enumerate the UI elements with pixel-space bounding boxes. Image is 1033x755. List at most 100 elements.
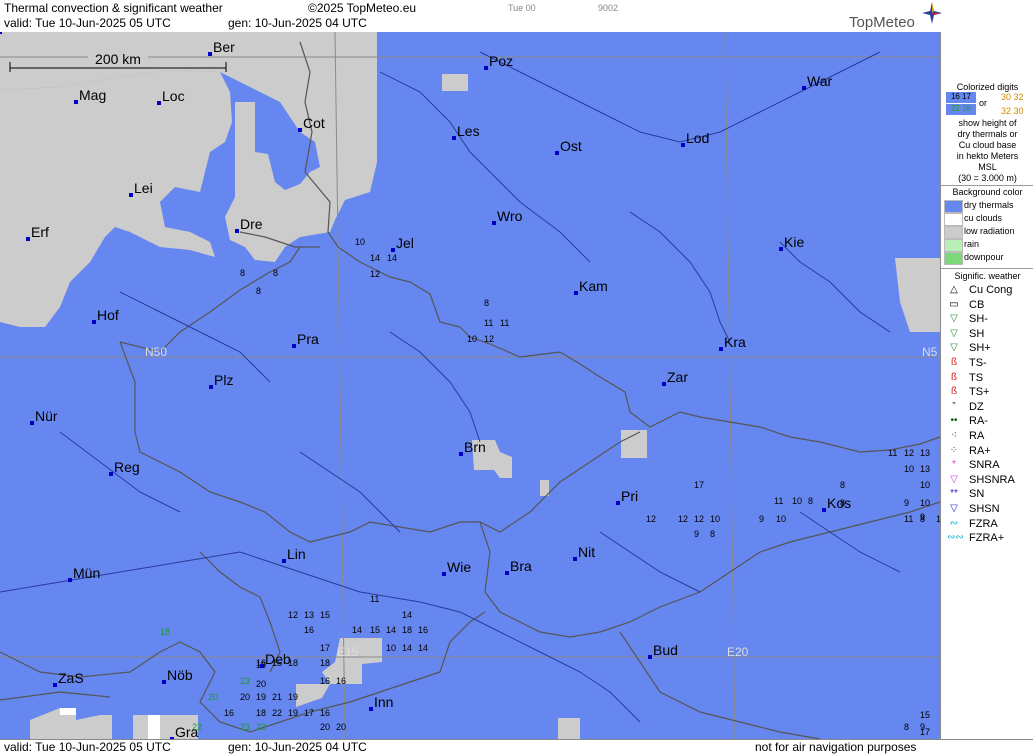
thermal-value: 15 xyxy=(920,710,930,720)
city-cot: Cot xyxy=(298,115,325,132)
legend-or: or xyxy=(979,98,988,108)
thermal-value: 14 xyxy=(370,253,380,263)
city-deb: Deb xyxy=(260,651,291,668)
legend-weather-label: FZRA xyxy=(969,517,998,530)
thermal-value: 9 xyxy=(920,722,925,732)
thermal-value: 11 xyxy=(888,448,897,458)
city-kos: Kos xyxy=(822,495,851,512)
city-label: Inn xyxy=(374,694,393,710)
city-brn: Brn xyxy=(459,439,486,456)
city-marker xyxy=(162,680,166,684)
city-marker xyxy=(292,344,296,348)
thermal-value: 14 xyxy=(387,253,397,263)
map-title: Thermal convection & significant weather xyxy=(4,1,223,15)
small-code: 9002 xyxy=(598,3,619,13)
city-label: Ost xyxy=(560,138,582,154)
city-marker xyxy=(681,143,685,147)
thermal-value: 12 xyxy=(904,448,914,458)
thermal-value: 14 xyxy=(352,625,362,635)
thermal-value: 8 xyxy=(840,480,845,490)
map-footer: valid: Tue 10-Jun-2025 05 UTC gen: 10-Ju… xyxy=(0,739,1033,755)
legend-bg-label: rain xyxy=(964,239,980,249)
thermal-value: 18 xyxy=(402,625,412,635)
city-marker xyxy=(53,683,57,687)
city-bra: Bra xyxy=(505,558,532,575)
city-label: Pra xyxy=(297,331,319,347)
city-marker xyxy=(235,229,239,233)
city-marker xyxy=(208,52,212,56)
thermal-value: 9 xyxy=(759,514,764,524)
thermal-value: 12 xyxy=(678,514,688,524)
city-marker xyxy=(68,578,72,582)
grid-label-n50-right: N5 xyxy=(922,345,938,359)
thermal-value: 13 xyxy=(304,610,314,620)
legend-weather-label: SH+ xyxy=(969,342,991,355)
thermal-value: 10 xyxy=(904,464,914,474)
city-label: Kos xyxy=(827,495,851,511)
weather-map[interactable]: 200 km N50 N5 E15 E20 10 14 14 12 8 8 8 11 11 10 1… xyxy=(0,32,940,739)
legend-swatch xyxy=(944,239,963,252)
city-label: Jel xyxy=(396,235,414,251)
thermal-value: 20 xyxy=(256,679,266,689)
thermal-value: 14 xyxy=(386,625,396,635)
city-label: Kam xyxy=(579,278,608,294)
city-label: Cot xyxy=(303,115,325,131)
thermal-value: 12 xyxy=(370,269,380,279)
city-label: Loc xyxy=(162,88,185,104)
city-mag: Mag xyxy=(74,87,106,104)
thermal-value: 11 xyxy=(904,514,913,524)
city-reg: Reg xyxy=(109,459,140,476)
footer-valid: valid: Tue 10-Jun-2025 05 UTC xyxy=(4,740,171,754)
city-marker xyxy=(616,501,620,505)
weather-symbol-icon: •• xyxy=(950,415,958,427)
city-label: Lei xyxy=(134,180,153,196)
thermal-value: 10 xyxy=(920,480,930,490)
thermal-value: 16 xyxy=(336,676,346,686)
city-label: Kie xyxy=(784,234,804,250)
thermal-value: 11 xyxy=(370,594,379,604)
generated-time: gen: 10-Jun-2025 04 UTC xyxy=(228,16,367,30)
city-label: War xyxy=(807,73,832,89)
city-label: Nit xyxy=(578,544,595,560)
legend-sample-1: 16 17 xyxy=(946,92,976,103)
city-label: Brn xyxy=(464,439,486,455)
thermal-value: 8 xyxy=(273,268,278,278)
legend-bg-label: low radiation xyxy=(964,226,1015,236)
legend-desc: show height of xyxy=(958,118,1017,128)
city-lod: Lod xyxy=(681,130,709,147)
thermal-value-green: 18 xyxy=(160,627,170,637)
city-label: Pri xyxy=(621,488,638,504)
city-ost: Ost xyxy=(555,138,582,155)
legend-bg-label: dry thermals xyxy=(964,200,1014,210)
thermal-value-green: 23 xyxy=(240,722,250,732)
weather-symbol-icon: * xyxy=(952,459,956,471)
city-marker xyxy=(74,100,78,104)
city-nöb: Nöb xyxy=(162,667,193,684)
copyright: ©2025 TopMeteo.eu xyxy=(308,1,417,15)
thermal-value: 14 xyxy=(402,643,412,653)
city-label: ZaS xyxy=(58,670,84,686)
thermal-value: 20 xyxy=(320,722,330,732)
weather-symbol-icon: ß xyxy=(950,371,958,383)
legend-sample-4: 32 30 xyxy=(1001,106,1024,116)
legend-weather-label: Cu Cong xyxy=(969,284,1013,296)
weather-symbol-icon: ∾∾ xyxy=(947,532,964,544)
city-marker xyxy=(484,66,488,70)
legend-weather-label: SH xyxy=(969,327,985,340)
footer-gen: gen: 10-Jun-2025 04 UTC xyxy=(228,740,367,754)
legend-swatch xyxy=(944,226,963,239)
thermal-value: 10 xyxy=(710,514,720,524)
city-label: Poz xyxy=(489,53,513,69)
thermal-value: 17 xyxy=(304,708,314,718)
city-hof: Hof xyxy=(92,307,119,324)
thermal-value: 19 xyxy=(256,692,266,702)
legend-sig-title: Signific. weather xyxy=(954,271,1021,281)
thermal-value: 15 xyxy=(320,610,330,620)
city-marker xyxy=(648,655,652,659)
city-marker xyxy=(779,247,783,251)
city-label: Wie xyxy=(447,559,471,575)
city-marker xyxy=(555,151,559,155)
city-marker xyxy=(92,320,96,324)
grid-label-n50: N50 xyxy=(145,345,167,359)
city-marker xyxy=(574,291,578,295)
